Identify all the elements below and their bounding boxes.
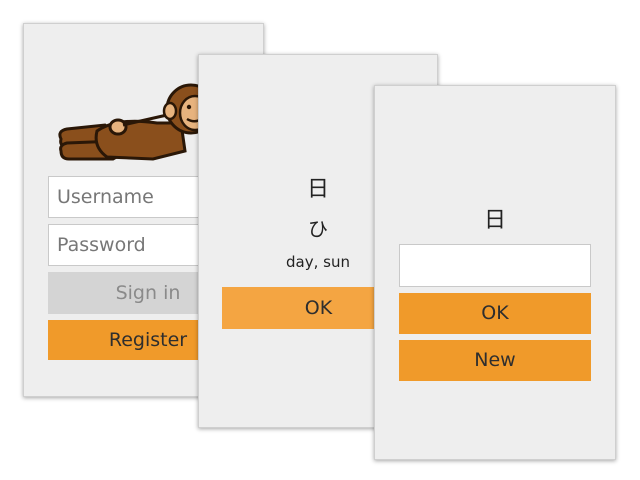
kanji-text: 日 <box>483 208 506 233</box>
monkey-mascot-icon <box>58 83 207 161</box>
new-button[interactable]: New <box>399 340 591 381</box>
quiz-screen: 日 OK New <box>374 85 616 460</box>
ok-button[interactable]: OK <box>399 293 591 334</box>
answer-input[interactable] <box>399 244 591 287</box>
screens-composite: Username Password Sign in Register 日 ひ d… <box>0 0 640 480</box>
